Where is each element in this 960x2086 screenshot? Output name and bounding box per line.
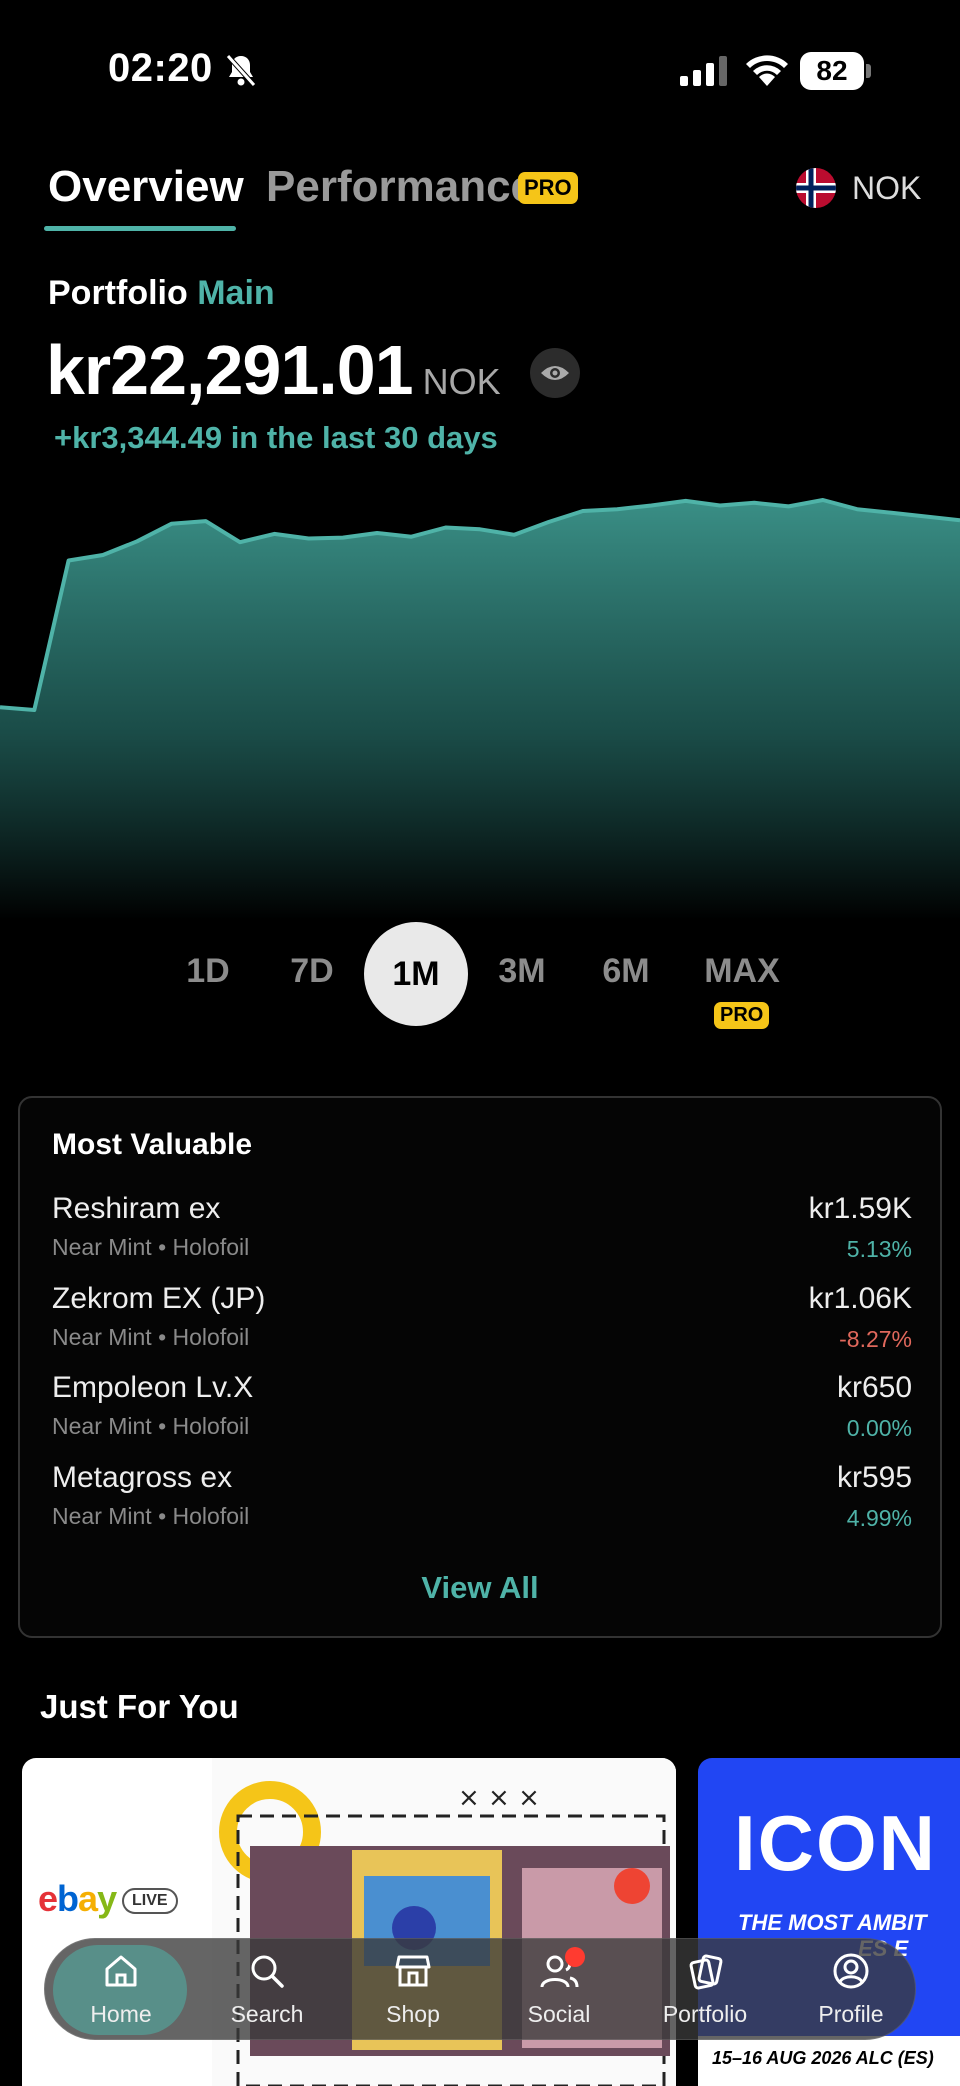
view-all-button[interactable]: View All xyxy=(20,1570,940,1606)
just-for-you-title: Just For You xyxy=(40,1688,239,1725)
nav-profile[interactable]: Profile xyxy=(781,1939,921,2041)
item-condition: Near Mint • Holofoil xyxy=(52,1324,250,1350)
most-valuable-card: Most Valuable Reshiram ex Near Mint • Ho… xyxy=(18,1096,942,1638)
portfolio-name: Main xyxy=(197,274,275,312)
search-icon xyxy=(251,1955,284,1988)
item-condition: Near Mint • Holofoil xyxy=(52,1503,250,1529)
battery-level: 82 xyxy=(800,52,864,90)
range-1d[interactable]: 1D xyxy=(180,952,236,991)
profile-icon xyxy=(833,1953,869,1989)
item-price: kr650 xyxy=(836,1371,912,1404)
item-name: Metagross ex xyxy=(52,1461,233,1494)
item-name: Empoleon Lv.X xyxy=(52,1371,254,1404)
list-item[interactable]: Metagross ex Near Mint • Holofoil kr595 … xyxy=(52,1461,912,1541)
nav-home-label: Home xyxy=(90,2001,152,2027)
item-change: 0.00% xyxy=(846,1415,912,1441)
portfolio-change: +kr3,344.49 in the last 30 days xyxy=(54,420,498,455)
range-1m[interactable]: 1M xyxy=(364,922,468,1026)
bottom-nav: Home Search Shop Social Portfolio Profil… xyxy=(44,1938,916,2040)
cellular-signal-icon xyxy=(680,56,727,86)
item-price: kr1.06K xyxy=(808,1282,912,1315)
notification-dot xyxy=(565,1947,585,1967)
promo-date: 15–16 AUG 2026 ALC (ES) xyxy=(698,2036,960,2086)
nav-social[interactable]: Social xyxy=(489,1939,629,2041)
portfolio-value-currency: NOK xyxy=(422,361,501,402)
cards-icon xyxy=(689,1954,723,1990)
range-max[interactable]: MAX xyxy=(698,952,786,991)
home-icon xyxy=(105,1955,137,1987)
icon-logo: ICON xyxy=(734,1799,937,1887)
nav-portfolio-label: Portfolio xyxy=(662,2001,748,2027)
svg-text:× × ×: × × × xyxy=(458,1783,540,1813)
tab-active-indicator xyxy=(44,226,236,231)
live-badge: LIVE xyxy=(122,1888,178,1914)
nav-search[interactable]: Search xyxy=(197,1939,337,2041)
wifi-icon xyxy=(746,55,788,86)
chart-area xyxy=(0,500,960,920)
toggle-visibility-button[interactable] xyxy=(530,348,580,398)
range-7d[interactable]: 7D xyxy=(284,952,340,991)
status-bar: 02:20 82 xyxy=(0,0,960,140)
nav-home[interactable]: Home xyxy=(51,1939,191,2041)
max-pro-badge: PRO xyxy=(714,1002,770,1029)
nav-shop[interactable]: Shop xyxy=(343,1939,483,2041)
item-change: -8.27% xyxy=(839,1326,912,1352)
status-time: 02:20 xyxy=(108,46,213,90)
eye-icon xyxy=(541,366,569,380)
shop-icon xyxy=(395,1955,431,1987)
list-item[interactable]: Empoleon Lv.X Near Mint • Holofoil kr650… xyxy=(52,1371,912,1451)
norway-flag-icon xyxy=(796,168,836,208)
range-3m[interactable]: 3M xyxy=(492,952,552,991)
portfolio-title[interactable]: Portfolio Main xyxy=(48,274,275,313)
ebay-logo: ebay xyxy=(38,1878,117,1919)
nav-search-label: Search xyxy=(230,2001,304,2027)
list-item[interactable]: Zekrom EX (JP) Near Mint • Holofoil kr1.… xyxy=(52,1282,912,1362)
portfolio-value-amount: kr22,291.01 xyxy=(46,331,414,409)
promo-tagline-line1: THE MOST AMBIT xyxy=(738,1910,927,1935)
range-6m[interactable]: 6M xyxy=(596,952,656,991)
nav-social-label: Social xyxy=(527,2001,591,2027)
currency-selector[interactable]: NOK xyxy=(796,168,921,208)
item-condition: Near Mint • Holofoil xyxy=(52,1413,250,1439)
item-price: kr595 xyxy=(836,1461,912,1494)
item-price: kr1.59K xyxy=(808,1192,912,1225)
nav-shop-label: Shop xyxy=(386,2001,440,2027)
portfolio-label: Portfolio xyxy=(48,274,188,312)
tab-performance[interactable]: Performance xyxy=(266,162,535,212)
nav-portfolio[interactable]: Portfolio xyxy=(635,1939,775,2041)
item-change: 5.13% xyxy=(846,1236,912,1262)
pro-badge: PRO xyxy=(518,172,578,204)
bell-muted-icon xyxy=(226,54,256,87)
currency-label: NOK xyxy=(852,169,922,206)
portfolio-chart[interactable] xyxy=(0,480,960,920)
portfolio-value: kr22,291.01 NOK xyxy=(46,330,501,410)
item-condition: Near Mint • Holofoil xyxy=(52,1234,250,1260)
card-title: Most Valuable xyxy=(52,1128,253,1161)
list-item[interactable]: Reshiram ex Near Mint • Holofoil kr1.59K… xyxy=(52,1192,912,1272)
item-change: 4.99% xyxy=(846,1505,912,1531)
nav-profile-label: Profile xyxy=(818,2001,884,2027)
tab-overview[interactable]: Overview xyxy=(48,162,244,212)
battery-indicator: 82 xyxy=(800,52,872,90)
item-name: Reshiram ex xyxy=(52,1192,221,1225)
item-name: Zekrom EX (JP) xyxy=(52,1282,266,1315)
